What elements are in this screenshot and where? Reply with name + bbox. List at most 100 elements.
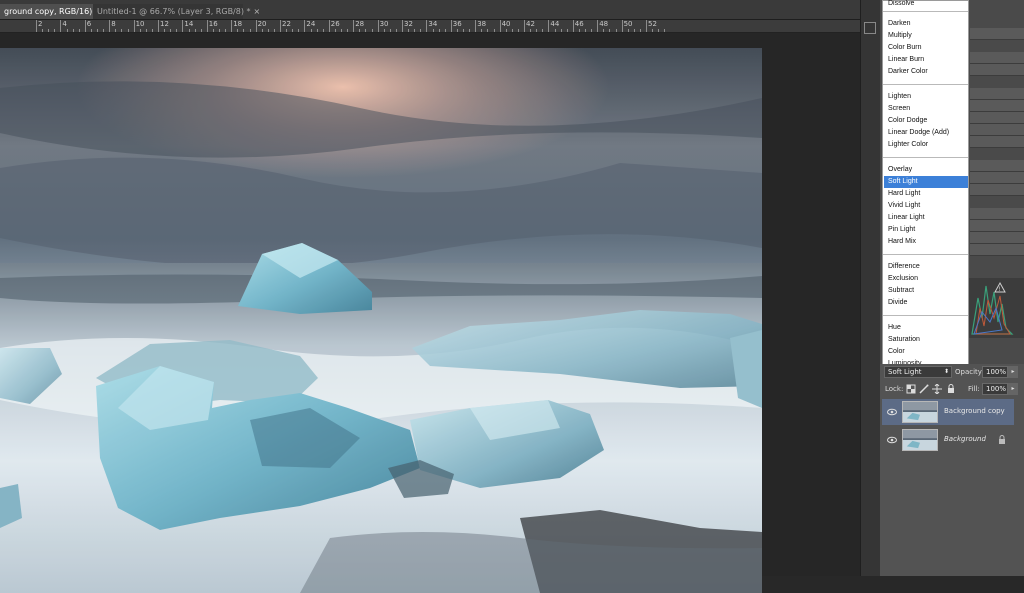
lock-transparent-icon[interactable] (906, 384, 916, 394)
lock-move-icon[interactable] (932, 384, 942, 394)
blend-item-linear-light[interactable]: Linear Light (884, 212, 968, 224)
chevron-down-icon: ⬍ (943, 368, 949, 375)
blend-item-lighten[interactable]: Lighten (884, 91, 968, 103)
layers-panel (880, 364, 1024, 576)
horizontal-ruler: 2 4 6 8 10 12 14 16 18 20 22 24 26 28 30 32 34 36 38 40 42 44… (0, 20, 860, 33)
ruler-tick (231, 20, 233, 32)
blend-item[interactable]: Dissolve (884, 0, 968, 10)
panel-strip (970, 64, 1024, 76)
opacity-label: Opacity: (955, 368, 984, 376)
blend-item-subtract[interactable]: Subtract (884, 285, 968, 297)
blend-item-darken[interactable]: Darken (884, 18, 968, 30)
ruler-label: 32 (404, 20, 413, 28)
ruler-minor-tick (121, 29, 123, 32)
blend-item-divide[interactable]: Divide (884, 297, 968, 309)
canvas-area[interactable] (0, 33, 860, 593)
blend-item-pin-light[interactable]: Pin Light (884, 224, 968, 236)
blend-separator (883, 254, 968, 255)
ruler-tick (524, 20, 525, 32)
ruler-minor-tick (164, 29, 166, 32)
fill-field[interactable]: 100% (982, 383, 1008, 395)
ruler-minor-tick (487, 29, 489, 32)
blend-mode-value: Soft Light (888, 368, 922, 376)
ruler-label: 42 (526, 20, 535, 28)
blend-item-linear-dodge-add[interactable]: Linear Dodge (Add) (884, 127, 968, 139)
ruler-minor-tick (432, 29, 434, 32)
ruler-tick (621, 20, 623, 32)
blend-item-saturation[interactable]: Saturation (884, 334, 968, 346)
blend-item-hard-light[interactable]: Hard Light (884, 188, 968, 200)
ruler-label: 24 (306, 20, 316, 28)
ruler-minor-tick (249, 29, 251, 32)
ruler-minor-tick (347, 29, 349, 32)
ruler-tick (158, 20, 159, 32)
ruler-minor-tick (658, 29, 660, 32)
ruler-minor-tick (310, 29, 312, 32)
ruler-minor-tick (444, 29, 446, 32)
ruler-minor-tick (505, 29, 507, 32)
blend-mode-select[interactable]: Soft Light ⬍ (884, 366, 952, 378)
panel-strip (970, 28, 1024, 40)
eye-icon[interactable] (887, 435, 897, 445)
opacity-field[interactable]: 100% (982, 366, 1008, 378)
panel-strip (970, 208, 1024, 220)
fill-arrow-icon[interactable]: ▸ (1008, 383, 1018, 395)
ruler-minor-tick (414, 29, 416, 32)
ruler-minor-tick (633, 29, 635, 32)
ruler-minor-tick (176, 29, 178, 32)
blend-item-color-dodge[interactable]: Color Dodge (884, 115, 968, 127)
blend-item-soft-light[interactable]: Soft Light (884, 176, 968, 188)
blend-item-color-burn[interactable]: Color Burn (884, 42, 968, 54)
eye-icon[interactable] (887, 407, 897, 417)
blend-item-color[interactable]: Color (884, 346, 968, 358)
blend-item-difference[interactable]: Difference (884, 261, 968, 273)
blend-item-overlay[interactable]: Overlay (884, 164, 968, 176)
panel-dock-divider[interactable] (860, 0, 881, 576)
ruler-minor-tick (566, 29, 568, 32)
lock-all-icon[interactable] (946, 384, 956, 394)
canvas-image[interactable] (0, 48, 762, 593)
ruler-minor-tick (365, 29, 367, 32)
histogram-preview: ! (968, 278, 1024, 338)
layer-row-background[interactable]: Background (882, 427, 1014, 453)
ruler-minor-tick (389, 29, 391, 32)
ruler-minor-tick (286, 29, 288, 32)
ruler-minor-tick (322, 29, 324, 32)
blend-item-linear-burn[interactable]: Linear Burn (884, 54, 968, 66)
ruler-minor-tick (298, 29, 300, 32)
panel-strip (970, 136, 1024, 148)
ruler-label: 14 (184, 20, 194, 28)
close-icon[interactable]: × (254, 7, 261, 16)
ruler-minor-tick (170, 29, 172, 32)
blend-mode-dropdown-list[interactable]: Dissolve Darken Multiply Color Burn Linear B… (882, 0, 969, 367)
ruler-minor-tick (481, 29, 483, 32)
ruler-minor-tick (603, 29, 605, 32)
layer-name: Background (944, 435, 986, 443)
blend-item-screen[interactable]: Screen (884, 103, 968, 115)
tab-background-copy[interactable]: ground copy, RGB/16) *× (0, 4, 109, 19)
ruler-minor-tick (554, 29, 556, 32)
lock-icon (999, 435, 1005, 444)
ruler-minor-tick (493, 29, 495, 32)
blend-item-multiply[interactable]: Multiply (884, 30, 968, 42)
lock-label: Lock: (885, 385, 904, 393)
panel-dock-icon[interactable] (864, 22, 876, 34)
ruler-minor-tick (194, 29, 196, 32)
blend-item-exclusion[interactable]: Exclusion (884, 273, 968, 285)
ruler-tick (572, 20, 574, 32)
tab-untitled-1[interactable]: Untitled-1 @ 66.7% (Layer 3, RGB/8) * × (93, 4, 260, 19)
lock-brush-icon[interactable] (919, 384, 929, 394)
blend-item-lighter-color[interactable]: Lighter Color (884, 139, 968, 151)
opacity-arrow-icon[interactable]: ▸ (1008, 366, 1018, 378)
blend-item-vivid-light[interactable]: Vivid Light (884, 200, 968, 212)
blend-item-hard-mix[interactable]: Hard Mix (884, 236, 968, 248)
blend-item-darker-color[interactable]: Darker Color (884, 66, 968, 78)
ruler-minor-tick (341, 29, 342, 32)
layer-row-background-copy[interactable]: Background copy (882, 399, 1014, 425)
panel-strip (970, 124, 1024, 136)
layer-thumbnail (902, 429, 938, 451)
ruler-minor-tick (438, 29, 440, 32)
ruler-minor-tick (334, 29, 336, 32)
ruler-tick (475, 20, 477, 32)
blend-item-hue[interactable]: Hue (884, 322, 968, 334)
